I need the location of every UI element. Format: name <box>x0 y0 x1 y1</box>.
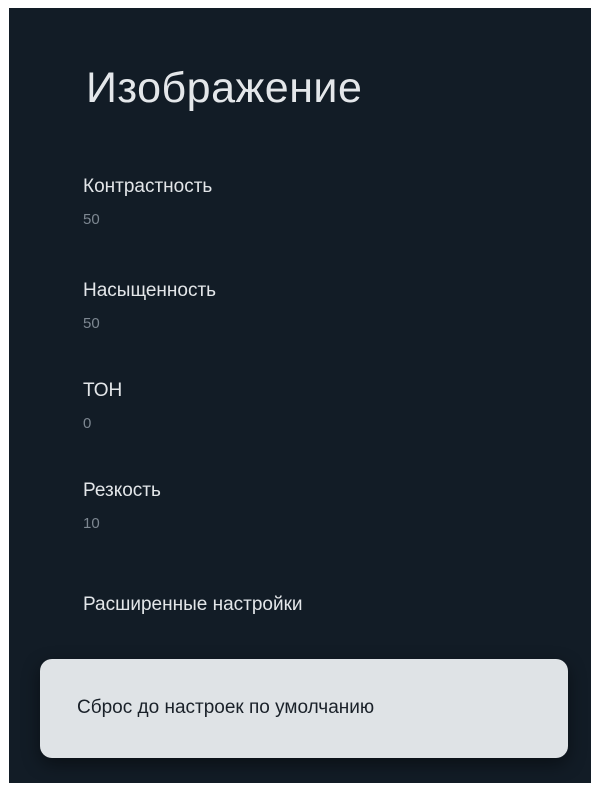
reset-defaults-label: Сброс до настроек по умолчанию <box>77 697 375 718</box>
setting-item-hue[interactable]: ТОН 0 <box>83 380 122 432</box>
page-title: Изображение <box>86 64 363 112</box>
setting-item-sharpness[interactable]: Резкость 10 <box>83 480 161 532</box>
setting-value-saturation: 50 <box>83 315 100 332</box>
reset-defaults-button[interactable]: Сброс до настроек по умолчанию <box>40 659 568 758</box>
setting-item-contrast[interactable]: Контрастность 50 <box>83 176 212 228</box>
settings-panel: Изображение Контрастность 50 Насыщенност… <box>9 8 591 783</box>
setting-value-contrast: 50 <box>83 211 100 228</box>
setting-label-saturation: Насыщенность <box>83 280 217 301</box>
setting-item-advanced[interactable]: Расширенные настройки <box>83 594 303 616</box>
setting-value-hue: 0 <box>83 415 92 432</box>
setting-label-contrast: Контрастность <box>83 176 213 197</box>
setting-label-advanced: Расширенные настройки <box>83 594 303 615</box>
setting-label-hue: ТОН <box>83 380 123 401</box>
setting-value-sharpness: 10 <box>83 515 100 532</box>
setting-item-saturation[interactable]: Насыщенность 50 <box>83 280 216 332</box>
setting-label-sharpness: Резкость <box>83 480 161 501</box>
